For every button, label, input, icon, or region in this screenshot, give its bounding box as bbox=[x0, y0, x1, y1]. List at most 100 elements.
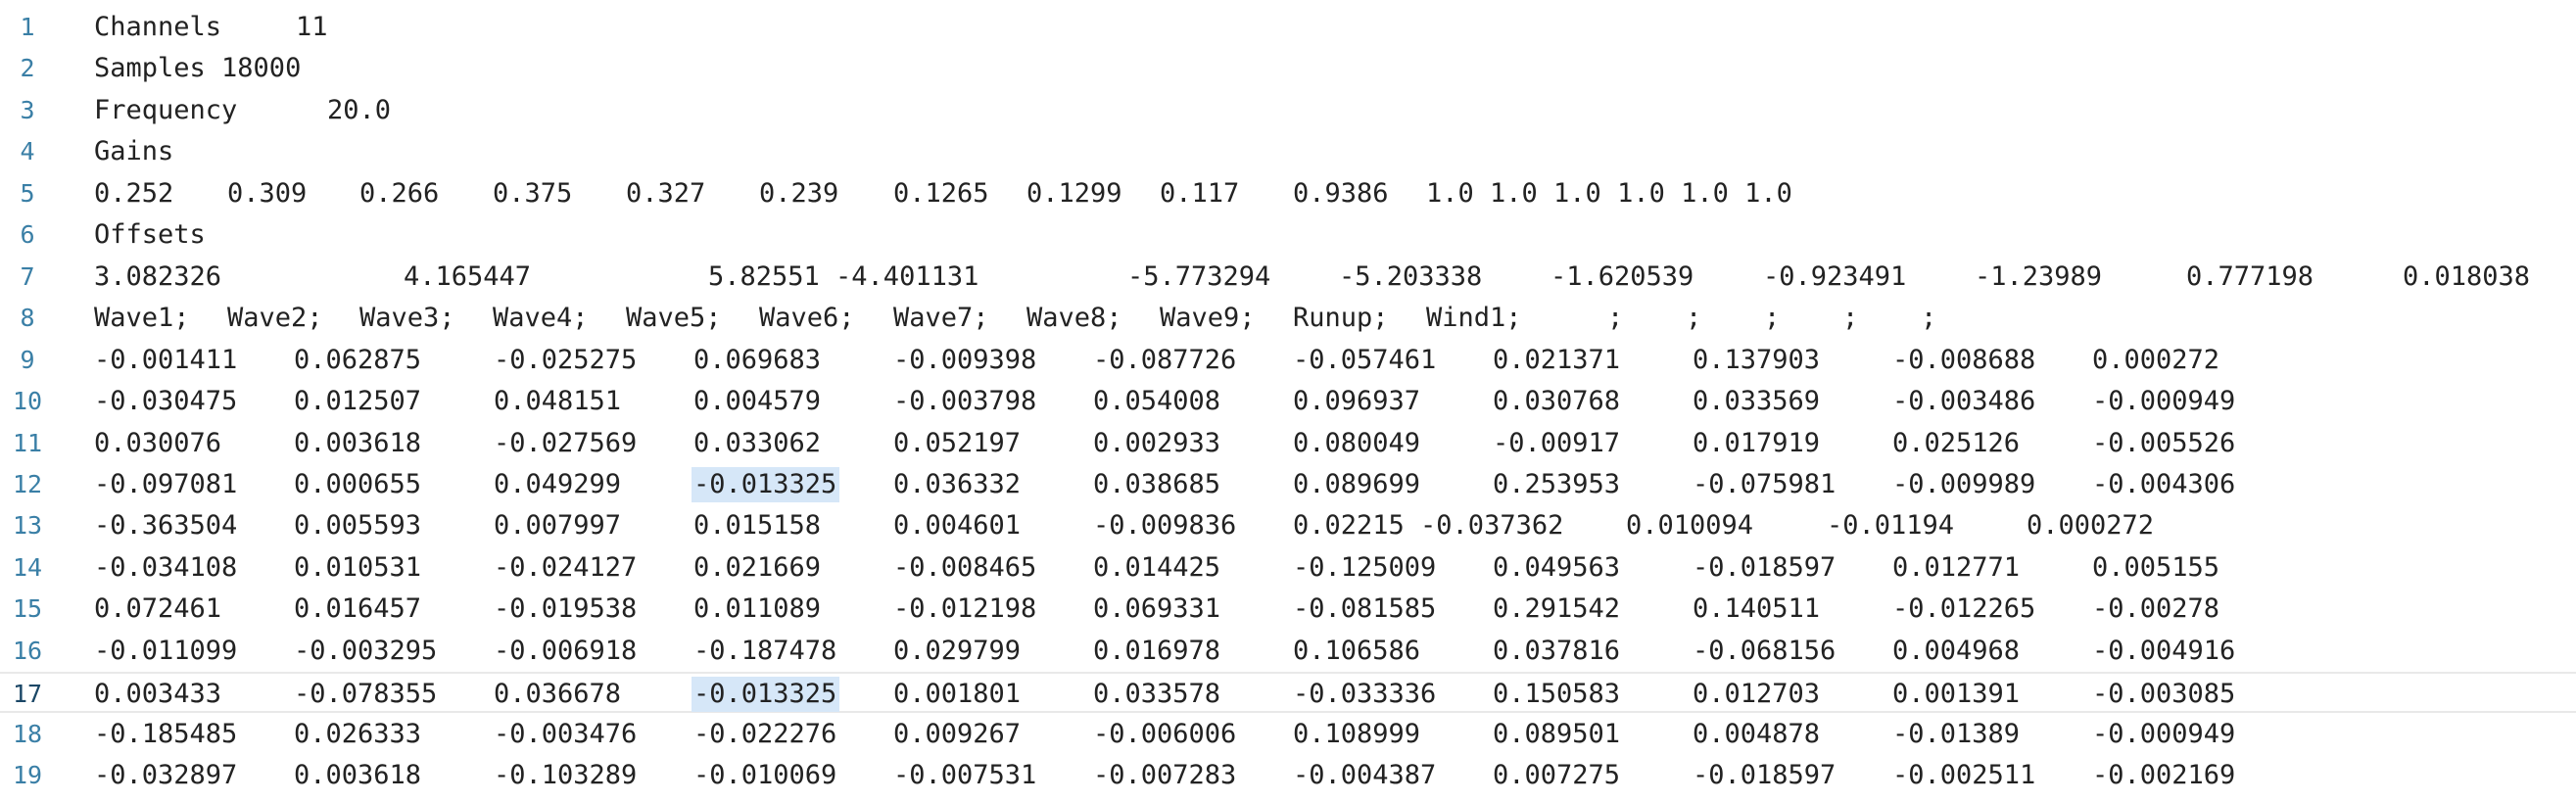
line-number: 17 bbox=[12, 680, 43, 709]
line-number: 11 bbox=[12, 428, 43, 457]
code-line[interactable]: 2 Samples 18000 bbox=[0, 48, 2576, 89]
line-token: -0.004916 bbox=[2092, 635, 2236, 666]
line-token: 0.117 bbox=[1160, 177, 1240, 209]
line-number: 4 bbox=[20, 137, 35, 166]
line-token: -0.007283 bbox=[1093, 760, 1237, 791]
line-token: -0.008465 bbox=[893, 551, 1037, 583]
code-line[interactable]: 15 0.072461 0.016457 -0.019538 0.011089 -0.01… bbox=[0, 589, 2576, 630]
line-token: -0.013325 bbox=[693, 468, 837, 499]
line-token: 0.02215 -0.037362 bbox=[1293, 510, 1564, 542]
line-token: Runup; bbox=[1293, 303, 1389, 334]
code-line[interactable]: 1 Channels 11 bbox=[0, 7, 2576, 48]
line-content: 3.082326 4.165447 5.82551 -4.401131 -5.7732… bbox=[94, 257, 2572, 298]
line-content: -0.001411 0.062875 -0.025275 0.069683 -0.009… bbox=[94, 340, 2572, 381]
line-token: 0.137903 bbox=[1693, 344, 1821, 375]
code-line[interactable]: 14 -0.034108 0.010531 -0.024127 0.021669 -0.0… bbox=[0, 547, 2576, 589]
line-token: 0.014425 bbox=[1093, 551, 1221, 583]
line-token: -0.003486 bbox=[1892, 386, 2036, 417]
code-line[interactable]: 8 Wave1; Wave2; Wave3; Wave4; Wave5; Wave6; Wav… bbox=[0, 298, 2576, 339]
line-token: 0.253953 bbox=[1493, 468, 1621, 499]
line-token: 0.030076 bbox=[94, 427, 222, 458]
line-token: Wave4; bbox=[493, 303, 589, 334]
line-number: 1 bbox=[20, 13, 35, 41]
line-token: -0.012265 bbox=[1892, 593, 2036, 625]
line-token: 20.0 bbox=[327, 94, 392, 125]
line-token: -0.081585 bbox=[1293, 593, 1437, 625]
line-token: 0.000655 bbox=[294, 468, 422, 499]
code-line[interactable]: 16 -0.011099 -0.003295 -0.006918 -0.187478 0.… bbox=[0, 631, 2576, 672]
line-token: 1.0 1.0 1.0 1.0 1.0 1.0 bbox=[1426, 177, 1792, 209]
code-line[interactable]: 18 -0.185485 0.026333 -0.003476 -0.022276 0.0… bbox=[0, 714, 2576, 755]
line-token: 0.049563 bbox=[1493, 551, 1621, 583]
code-line[interactable]: 4 Gains bbox=[0, 131, 2576, 172]
line-token: Frequency bbox=[94, 94, 238, 125]
line-token: 0.140511 bbox=[1693, 593, 1821, 625]
line-token: 0.003618 bbox=[294, 427, 422, 458]
line-token: 0.012703 bbox=[1693, 679, 1821, 710]
line-content: 0.252 0.309 0.266 0.375 0.327 0.239 0.1265 0.12… bbox=[94, 173, 2572, 214]
line-token: 0.777198 bbox=[2186, 260, 2314, 292]
line-token: 0.011089 bbox=[693, 593, 822, 625]
line-token: -5.203338 bbox=[1339, 260, 1483, 292]
code-line[interactable]: 9 -0.001411 0.062875 -0.025275 0.069683 -0.00… bbox=[0, 340, 2576, 381]
line-token: 0.106586 bbox=[1293, 635, 1421, 666]
line-token: 0.000272 bbox=[2027, 510, 2155, 542]
line-token: -0.000949 bbox=[2092, 386, 2236, 417]
line-token: 0.069683 bbox=[693, 344, 822, 375]
line-token: -0.01389 bbox=[1892, 718, 2021, 749]
line-token: -0.030475 bbox=[94, 386, 238, 417]
line-token: -5.773294 bbox=[1127, 260, 1271, 292]
line-content: Wave1; Wave2; Wave3; Wave4; Wave5; Wave6; Wave… bbox=[94, 298, 2572, 339]
code-line[interactable]: 17 0.003433 -0.078355 0.036678 -0.013325 0.00… bbox=[0, 672, 2576, 714]
line-token: -0.009398 bbox=[893, 344, 1037, 375]
code-line[interactable]: 19 -0.032897 0.003618 -0.103289 -0.010069 -0.… bbox=[0, 755, 2576, 796]
code-line[interactable]: 3 Frequency 20.0 bbox=[0, 90, 2576, 131]
line-token: 0.036678 bbox=[494, 679, 622, 710]
line-token: -0.012198 bbox=[893, 593, 1037, 625]
line-token: -0.00278 bbox=[2092, 593, 2220, 625]
line-token: 0.012507 bbox=[294, 386, 422, 417]
line-content: Gains bbox=[94, 131, 2572, 172]
line-content: Frequency 20.0 bbox=[94, 90, 2572, 131]
code-line[interactable]: 12 -0.097081 0.000655 0.049299 -0.013325 0.03… bbox=[0, 464, 2576, 505]
code-line[interactable]: 11 0.030076 0.003618 -0.027569 0.033062 0.052… bbox=[0, 423, 2576, 464]
code-line[interactable]: 13 -0.363504 0.005593 0.007997 0.015158 0.004… bbox=[0, 505, 2576, 546]
line-token: Gains bbox=[94, 136, 174, 167]
line-token: -0.185485 bbox=[94, 718, 238, 749]
code-line[interactable]: 5 0.252 0.309 0.266 0.375 0.327 0.239 0.1265 0.1… bbox=[0, 173, 2576, 214]
line-token: -0.187478 bbox=[693, 635, 837, 666]
line-token: 0.033569 bbox=[1693, 386, 1821, 417]
line-token: -0.010069 bbox=[693, 760, 837, 791]
line-number: 3 bbox=[20, 95, 35, 124]
line-content: -0.363504 0.005593 0.007997 0.015158 0.00460… bbox=[94, 505, 2572, 546]
code-line[interactable]: 6 Offsets bbox=[0, 214, 2576, 256]
line-content: Channels 11 bbox=[94, 7, 2572, 48]
line-token: -0.009989 bbox=[1892, 468, 2036, 499]
line-token: -0.363504 bbox=[94, 510, 238, 542]
line-token: Wave8; bbox=[1026, 303, 1122, 334]
line-number: 9 bbox=[20, 345, 35, 374]
line-token: 0.089699 bbox=[1293, 468, 1421, 499]
code-line[interactable]: 10 -0.030475 0.012507 0.048151 0.004579 -0.00… bbox=[0, 381, 2576, 422]
line-token: 0.072461 bbox=[94, 593, 222, 625]
line-token: -0.001411 bbox=[94, 344, 238, 375]
line-token: -0.025275 bbox=[494, 344, 638, 375]
line-token: -0.022276 bbox=[693, 718, 837, 749]
line-token: 0.108999 bbox=[1293, 718, 1421, 749]
line-token: 0.026333 bbox=[294, 718, 422, 749]
text-editor[interactable]: 1 Channels 11 2 Samples 18000 3 Frequency 20.0 4… bbox=[0, 0, 2576, 803]
line-token: -0.008688 bbox=[1892, 344, 2036, 375]
line-content: Samples 18000 bbox=[94, 48, 2572, 89]
line-token: 0.375 bbox=[493, 177, 573, 209]
line-token: 0.038685 bbox=[1093, 468, 1221, 499]
line-token: 5.82551 -4.401131 bbox=[708, 260, 979, 292]
line-token: 0.007997 bbox=[494, 510, 622, 542]
line-token: Wave3; bbox=[359, 303, 455, 334]
line-token: Offsets bbox=[94, 219, 206, 251]
line-content: Offsets bbox=[94, 214, 2572, 256]
line-token: 0.029799 bbox=[893, 635, 1022, 666]
line-token: -0.923491 bbox=[1763, 260, 1907, 292]
line-token: Channels bbox=[94, 12, 222, 42]
line-token: -0.006918 bbox=[494, 635, 638, 666]
code-line[interactable]: 7 3.082326 4.165447 5.82551 -4.401131 -5.773… bbox=[0, 257, 2576, 298]
